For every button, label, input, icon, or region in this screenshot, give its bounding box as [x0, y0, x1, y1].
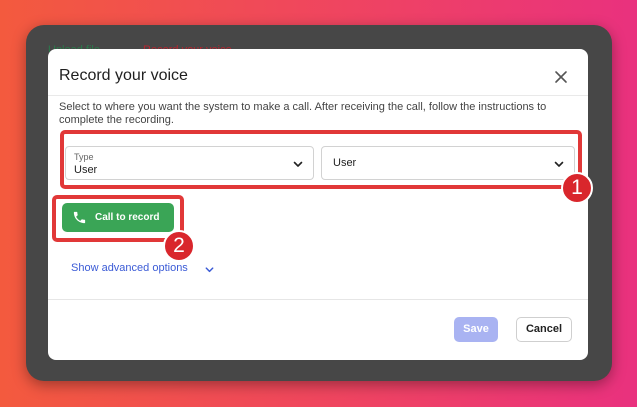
cancel-button[interactable]: Cancel	[516, 317, 572, 342]
header-divider	[48, 95, 588, 96]
annotation-highlight-call-button	[52, 195, 184, 242]
dialog-title: Record your voice	[59, 67, 188, 84]
advanced-options-label: Show advanced options	[71, 262, 188, 274]
annotation-badge-2: 2	[163, 230, 195, 262]
dialog-description: Select to where you want the system to m…	[59, 101, 547, 126]
chevron-down-icon	[205, 267, 214, 273]
annotation-badge-1: 1	[561, 172, 593, 204]
show-advanced-options-link[interactable]: Show advanced options	[71, 262, 214, 274]
close-icon[interactable]	[551, 67, 571, 87]
save-button[interactable]: Save	[454, 317, 498, 342]
annotation-highlight-selects	[60, 130, 582, 189]
footer-divider	[48, 299, 588, 300]
